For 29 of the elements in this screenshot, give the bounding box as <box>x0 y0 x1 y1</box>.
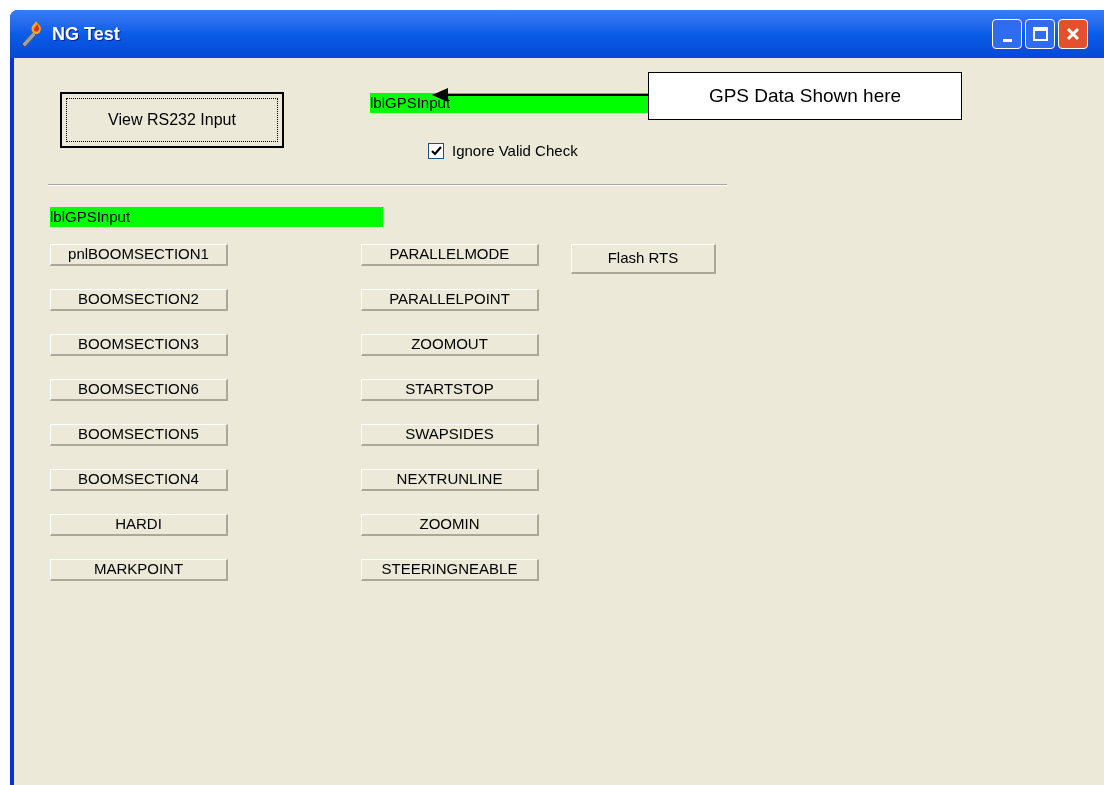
command-button[interactable]: NEXTRUNLINE <box>361 468 539 491</box>
callout: GPS Data Shown here <box>648 72 962 120</box>
maximize-button[interactable] <box>1025 19 1055 49</box>
command-button[interactable]: BOOMSECTION5 <box>50 423 228 446</box>
command-button[interactable]: STARTSTOP <box>361 378 539 401</box>
command-button[interactable]: PARALLELMODE <box>361 243 539 266</box>
close-button[interactable] <box>1058 19 1088 49</box>
command-button[interactable]: ZOOMIN <box>361 513 539 536</box>
checkbox[interactable] <box>428 143 444 160</box>
view-rs232-button[interactable]: View RS232 Input <box>60 92 284 148</box>
close-icon <box>1065 26 1081 42</box>
window-title: NG Test <box>52 22 120 46</box>
command-button[interactable]: STEERINGNEABLE <box>361 558 539 581</box>
command-button[interactable]: HARDI <box>50 513 228 536</box>
gps-data-label: lblGPSInput <box>370 93 650 113</box>
minimize-button[interactable] <box>992 19 1022 49</box>
command-button[interactable]: MARKPOINT <box>50 558 228 581</box>
command-button[interactable]: BOOMSECTION3 <box>50 333 228 356</box>
gps-data-label: lblGPSInput <box>50 206 383 227</box>
command-button[interactable]: BOOMSECTION4 <box>50 468 228 491</box>
command-button[interactable]: ZOOMOUT <box>361 333 539 356</box>
checkbox-label: Ignore Valid Check <box>452 141 578 161</box>
command-button[interactable]: pnlBOOMSECTION1 <box>50 243 228 266</box>
flash-rts-button[interactable]: Flash RTS <box>571 243 716 274</box>
command-button[interactable]: BOOMSECTION2 <box>50 288 228 311</box>
command-button[interactable]: PARALLELPOINT <box>361 288 539 311</box>
command-button[interactable]: BOOMSECTION6 <box>50 378 228 401</box>
command-button[interactable]: SWAPSIDES <box>361 423 539 446</box>
check-icon <box>430 146 442 157</box>
